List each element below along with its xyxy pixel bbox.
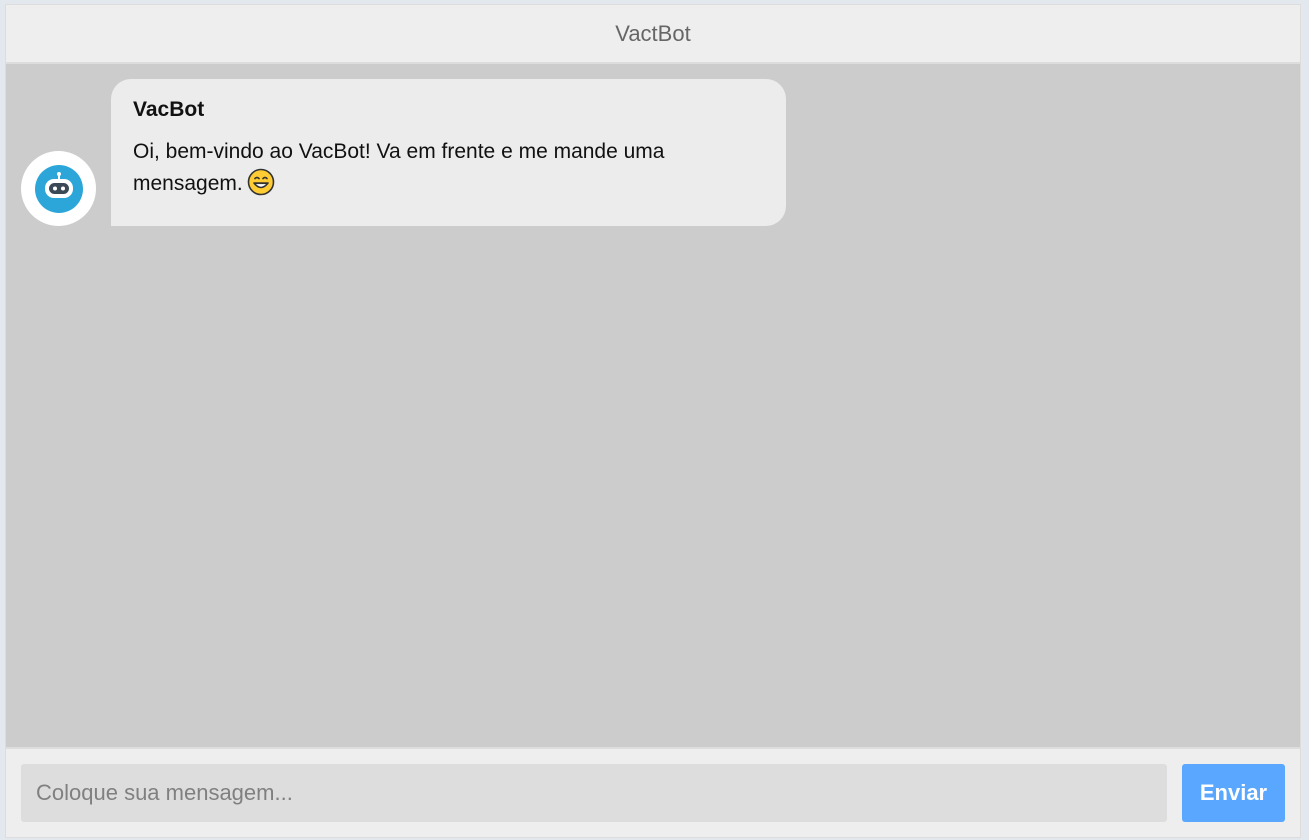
chat-header: VactBot bbox=[6, 5, 1300, 64]
chat-title: VactBot bbox=[615, 20, 691, 46]
message-composer: Enviar bbox=[6, 747, 1300, 837]
message-bubble: VacBot Oi, bem-vindo ao VacBot! Va em fr… bbox=[111, 79, 786, 226]
message-sender: VacBot bbox=[133, 98, 205, 121]
chat-window: VactBot VacBot Oi, bem-vindo ao VacBot! … bbox=[5, 4, 1301, 838]
send-button[interactable]: Enviar bbox=[1182, 764, 1285, 822]
message-input[interactable] bbox=[21, 764, 1167, 822]
grinning-face-icon bbox=[247, 168, 275, 206]
bot-message: VacBot Oi, bem-vindo ao VacBot! Va em fr… bbox=[21, 79, 786, 226]
chat-messages-area[interactable]: VacBot Oi, bem-vindo ao VacBot! Va em fr… bbox=[6, 64, 1300, 747]
message-text: Oi, bem-vindo ao VacBot! Va em frente e … bbox=[133, 140, 665, 195]
bot-avatar bbox=[21, 151, 96, 226]
robot-chat-icon bbox=[34, 164, 83, 213]
